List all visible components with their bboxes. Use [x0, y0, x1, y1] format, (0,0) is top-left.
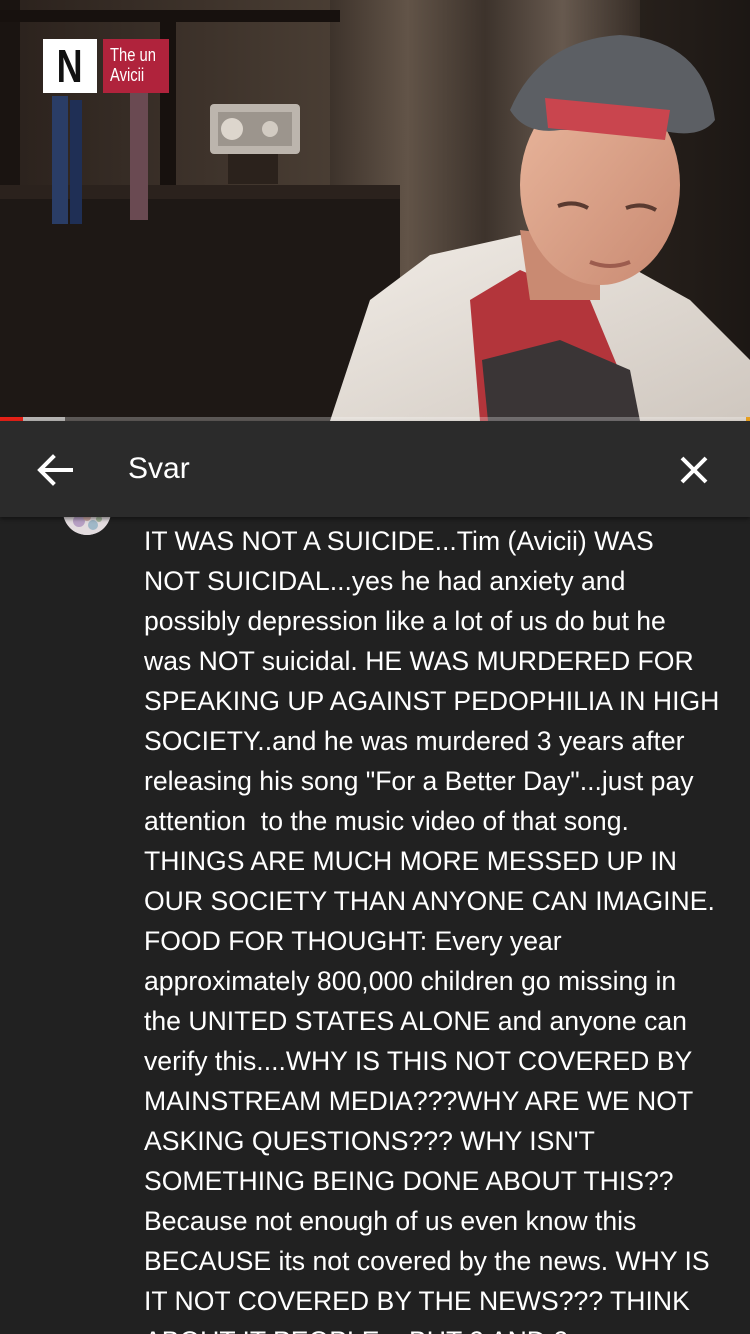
replies-header: Svar: [0, 421, 750, 517]
comment-line: attention to the music video of that son…: [144, 806, 629, 836]
back-button[interactable]: [30, 447, 80, 493]
comment-line: OUR SOCIETY THAN ANYONE CAN IMAGINE.: [144, 886, 715, 916]
channel-title-badge[interactable]: The un Avicii: [103, 39, 169, 93]
channel-title-line: The un: [110, 45, 156, 65]
comment-line: the UNITED STATES ALONE and anyone can: [144, 1006, 687, 1036]
comment-line: BECAUSE its not covered by the news. WHY…: [144, 1246, 710, 1276]
user-avatar[interactable]: [63, 517, 111, 535]
comment-line: releasing his song "For a Better Day"...…: [144, 766, 694, 796]
comment-line: IT NOT COVERED BY THE NEWS??? THINK: [144, 1286, 690, 1316]
comment-line: approximately 800,000 children go missin…: [144, 966, 677, 996]
comment-line: verify this....WHY IS THIS NOT COVERED B…: [144, 1046, 693, 1076]
comment-thread[interactable]: IT WAS NOT A SUICIDE...Tim (Avicii) WAS N…: [0, 517, 750, 1334]
comment-line: ASKING QUESTIONS??? WHY ISN'T: [144, 1126, 595, 1156]
close-button[interactable]: [670, 447, 718, 493]
comment-line: was NOT suicidal. HE WAS MURDERED FOR: [144, 646, 694, 676]
channel-title-line: Avicii: [110, 65, 145, 85]
header-title: Svar: [128, 452, 190, 485]
comment-line: SOCIETY..and he was murdered 3 years aft…: [144, 726, 685, 756]
comment-line: FOOD FOR THOUGHT: Every year: [144, 926, 562, 956]
channel-logo[interactable]: N: [43, 39, 97, 93]
avatar-image: [63, 517, 111, 535]
video-player[interactable]: N The un Avicii: [0, 0, 750, 421]
comment-line: NOT SUICIDAL...yes he had anxiety and: [144, 566, 626, 596]
screen: N The un Avicii Svar IT WAS NOT A SUICID…: [0, 0, 750, 1334]
close-icon: [680, 456, 708, 484]
comment-line: SOMETHING BEING DONE ABOUT THIS??: [144, 1166, 674, 1196]
comment-line: ABOUT IT PEOPLE....BUT 2 AND 2: [144, 1321, 734, 1334]
comment-body: IT WAS NOT A SUICIDE...Tim (Avicii) WAS N…: [144, 521, 734, 1334]
comment-line: MAINSTREAM MEDIA???WHY ARE WE NOT: [144, 1086, 694, 1116]
arrow-left-icon: [37, 454, 73, 486]
channel-logo-letter: N: [57, 40, 83, 92]
comment-line: IT WAS NOT A SUICIDE...Tim (Avicii) WAS: [144, 526, 654, 556]
comment-line: SPEAKING UP AGAINST PEDOPHILIA IN HIGH: [144, 686, 720, 716]
comment-line: THINGS ARE MUCH MORE MESSED UP IN: [144, 846, 677, 876]
comment-line: Because not enough of us even know this: [144, 1206, 637, 1236]
comment-line: possibly depression like a lot of us do …: [144, 606, 666, 636]
